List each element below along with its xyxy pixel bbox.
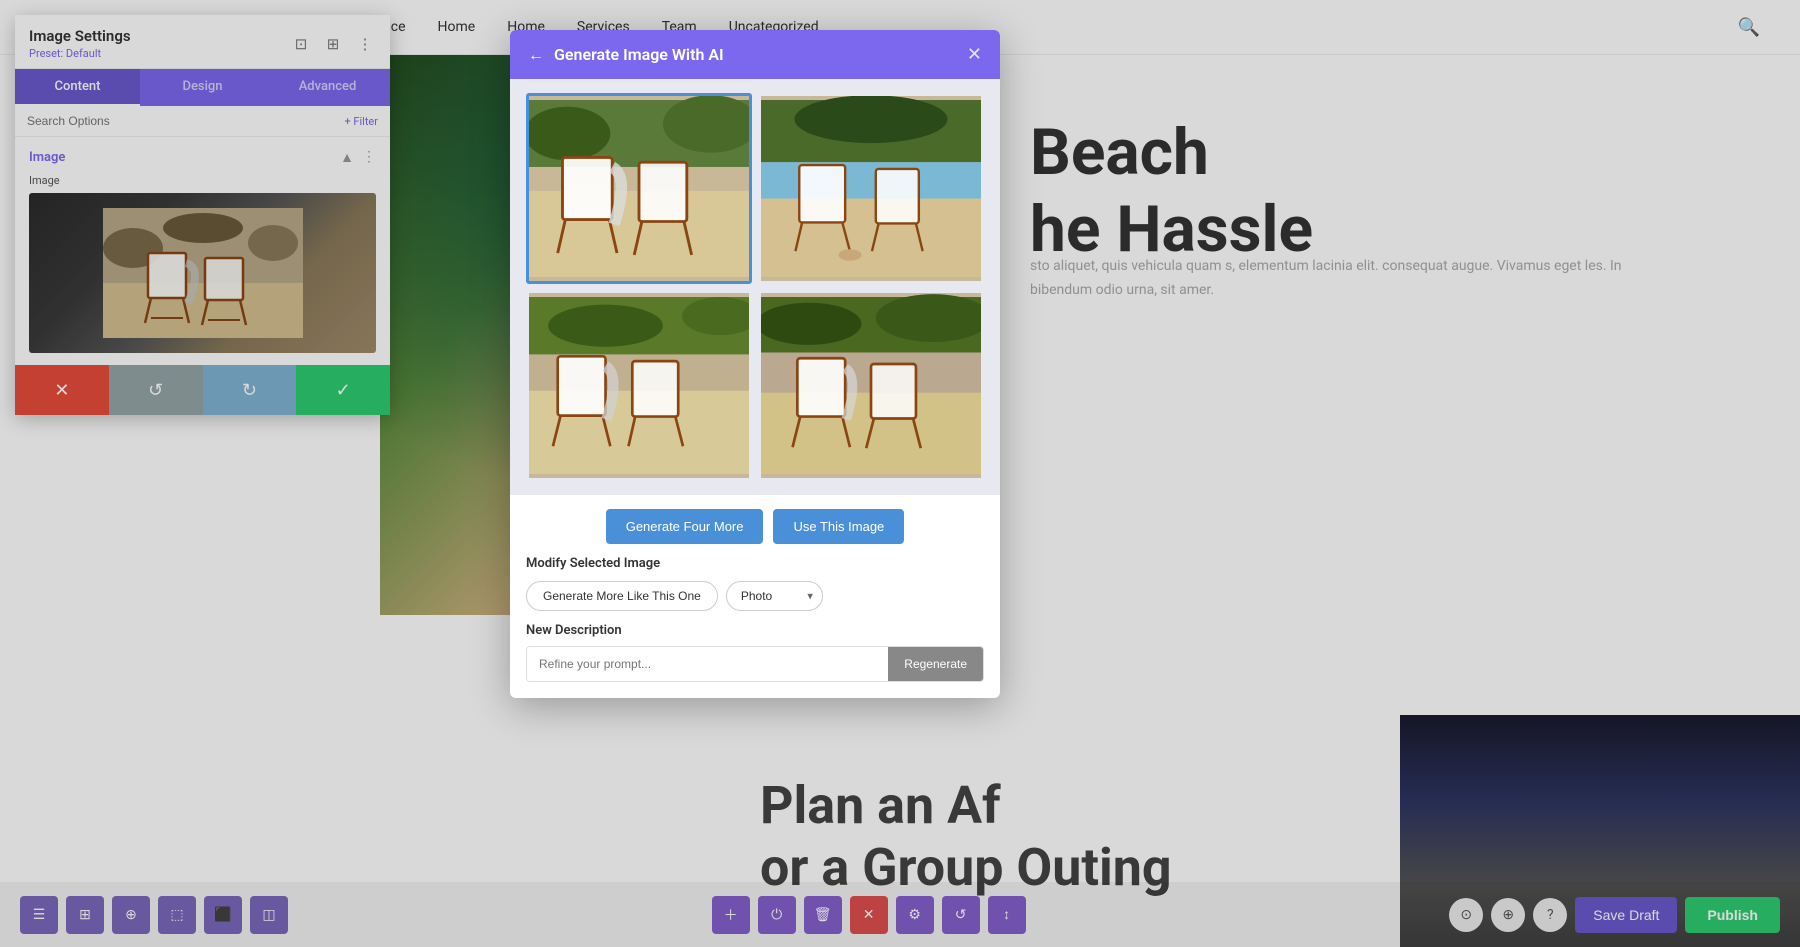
- grid-cell-2[interactable]: [758, 93, 984, 284]
- back-icon[interactable]: ←: [528, 45, 544, 65]
- grid-image-2: [761, 96, 981, 281]
- modify-section: Modify Selected Image Generate More Like…: [510, 556, 1000, 623]
- generate-more-like-button[interactable]: Generate More Like This One: [526, 581, 718, 611]
- grid-cell-3[interactable]: [526, 290, 752, 481]
- style-select[interactable]: Photo Illustration Painting Digital Art: [726, 581, 823, 611]
- modify-controls: Generate More Like This One Photo Illust…: [526, 581, 984, 611]
- grid-cell-1[interactable]: [526, 93, 752, 284]
- ai-action-buttons: Generate Four More Use This Image: [510, 495, 1000, 556]
- grid-image-1: [529, 96, 749, 281]
- dialog-title-text: Generate Image With AI: [554, 45, 724, 64]
- grid-image-4: [761, 293, 981, 478]
- image-grid: [510, 79, 1000, 495]
- close-icon[interactable]: ✕: [967, 44, 982, 65]
- use-this-image-button[interactable]: Use This Image: [773, 509, 904, 544]
- ai-generate-dialog: ← Generate Image With AI ✕: [510, 30, 1000, 698]
- description-input-row: Regenerate: [526, 646, 984, 682]
- regenerate-button[interactable]: Regenerate: [888, 647, 983, 681]
- ai-dialog-title: ← Generate Image With AI: [528, 45, 724, 65]
- description-section: New Description Regenerate: [510, 623, 1000, 698]
- modify-label: Modify Selected Image: [526, 556, 984, 571]
- generate-four-more-button[interactable]: Generate Four More: [606, 509, 764, 544]
- grid-cell-4[interactable]: [758, 290, 984, 481]
- ai-dialog-header: ← Generate Image With AI ✕: [510, 30, 1000, 79]
- description-input[interactable]: [527, 647, 888, 681]
- grid-image-3: [529, 293, 749, 478]
- description-label: New Description: [526, 623, 984, 638]
- style-select-wrapper: Photo Illustration Painting Digital Art: [726, 581, 823, 611]
